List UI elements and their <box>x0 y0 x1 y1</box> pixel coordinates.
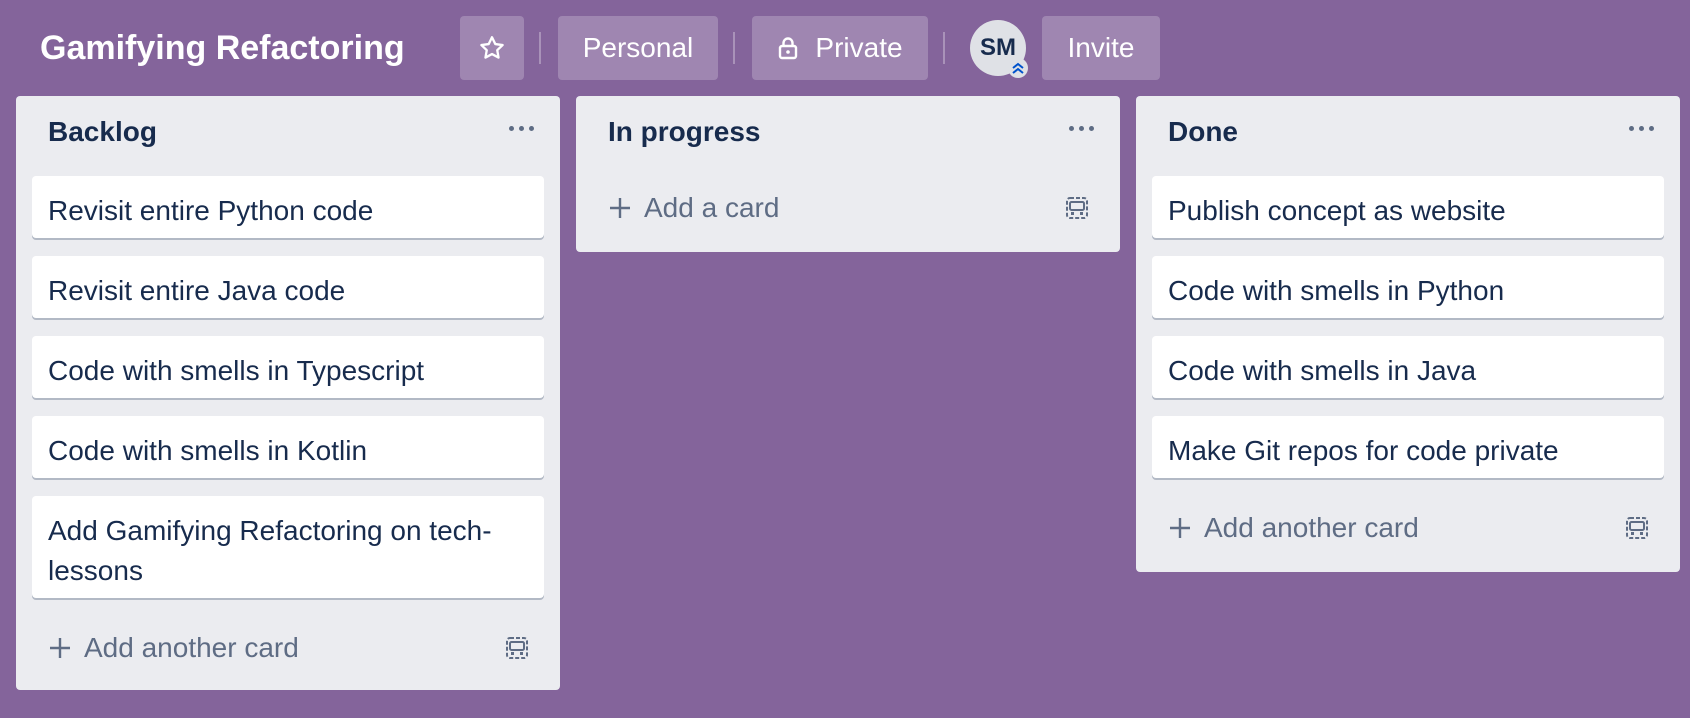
header-divider <box>943 32 945 64</box>
card[interactable]: Publish concept as website <box>1152 176 1664 238</box>
list-done: Done Publish concept as website Code wit… <box>1136 96 1680 572</box>
header-divider <box>733 32 735 64</box>
card[interactable]: Make Git repos for code private <box>1152 416 1664 478</box>
list-title[interactable]: Done <box>1168 114 1238 150</box>
plus-icon <box>608 196 632 220</box>
add-card-label: Add another card <box>84 632 299 663</box>
star-icon <box>480 36 504 59</box>
card-template-icon[interactable] <box>1624 515 1650 541</box>
add-card-button[interactable]: Add another card <box>1168 508 1419 548</box>
member-avatar[interactable]: SM <box>970 20 1028 78</box>
lock-icon <box>777 36 799 60</box>
card[interactable]: Code with smells in Java <box>1152 336 1664 398</box>
card-template-icon[interactable] <box>504 635 530 661</box>
list-menu-icon[interactable] <box>1069 126 1094 131</box>
card[interactable]: Code with smells in Typescript <box>32 336 544 398</box>
avatar-initials: SM <box>980 34 1016 61</box>
board-title[interactable]: Gamifying Refactoring <box>40 22 405 74</box>
star-button[interactable] <box>460 16 524 80</box>
card[interactable]: Add Gamifying Refactoring on tech-lesson… <box>32 496 544 598</box>
add-card-button[interactable]: Add another card <box>48 628 299 668</box>
card[interactable]: Revisit entire Java code <box>32 256 544 318</box>
admin-chevron-icon <box>1008 58 1028 78</box>
list-backlog: Backlog Revisit entire Python code Revis… <box>16 96 560 690</box>
board-header: Gamifying Refactoring Personal Private S… <box>0 0 1690 96</box>
visibility-label: Private <box>815 32 903 63</box>
list-menu-icon[interactable] <box>509 126 534 131</box>
plus-icon <box>48 636 72 660</box>
card[interactable]: Code with smells in Python <box>1152 256 1664 318</box>
add-card-label: Add a card <box>644 192 780 223</box>
card[interactable]: Revisit entire Python code <box>32 176 544 238</box>
invite-label: Invite <box>1067 32 1135 63</box>
invite-button[interactable]: Invite <box>1042 16 1160 80</box>
header-divider <box>539 32 541 64</box>
workspace-label: Personal <box>582 32 694 63</box>
list-title[interactable]: In progress <box>608 114 760 150</box>
list-menu-icon[interactable] <box>1629 126 1654 131</box>
add-card-button[interactable]: Add a card <box>608 188 779 228</box>
list-title[interactable]: Backlog <box>48 114 157 150</box>
add-card-label: Add another card <box>1204 512 1419 543</box>
visibility-button[interactable]: Private <box>752 16 928 80</box>
plus-icon <box>1168 516 1192 540</box>
list-in-progress: In progress Add a card <box>576 96 1120 252</box>
workspace-button[interactable]: Personal <box>558 16 718 80</box>
card-template-icon[interactable] <box>1064 195 1090 221</box>
card[interactable]: Code with smells in Kotlin <box>32 416 544 478</box>
